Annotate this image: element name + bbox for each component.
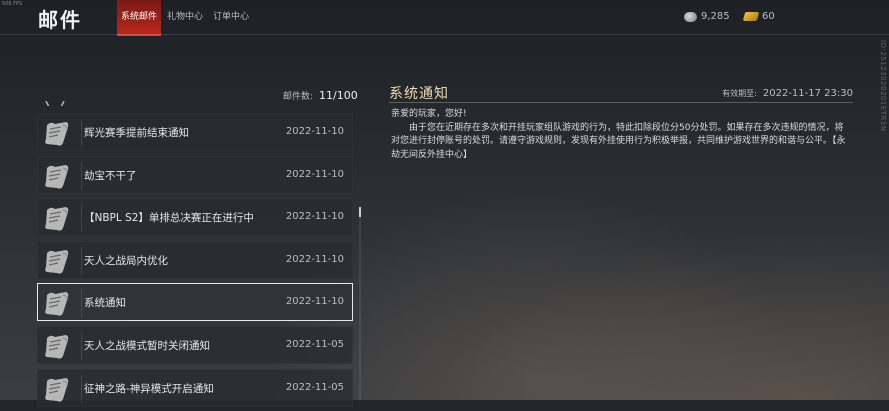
expiry-label: 有效期至: [722, 89, 757, 98]
mail-row[interactable]: 天人之战局内优化 2022-11-10 [37, 240, 353, 279]
scroll-letter-icon [41, 287, 73, 319]
mail-row-separator [81, 204, 82, 233]
mail-row[interactable]: 天人之战模式暂时关闭通知 2022-11-05 [37, 325, 353, 364]
mail-title: 劫宝不干了 [84, 169, 137, 182]
header-divider [0, 34, 889, 35]
tab-order-center[interactable]: 订单中心 [209, 0, 253, 35]
mail-greeting: 亲爱的玩家，您好! [391, 109, 467, 119]
mail-row[interactable]: 劫宝不干了 2022-11-10 [37, 155, 353, 194]
page-title: 邮件 [38, 8, 82, 32]
mail-row-separator [81, 161, 82, 190]
header: 邮件 系统邮件 礼物中心 订单中心 9,285 60 [0, 0, 889, 36]
mail-title: 辉光赛季提前结束通知 [84, 127, 189, 139]
mail-date: 2022-11-10 [285, 126, 344, 137]
mail-row-separator [81, 374, 82, 403]
mail-detail-title: 系统通知 [389, 86, 449, 102]
mail-date: 2022-11-10 [285, 296, 344, 308]
scroll-letter-icon [41, 117, 73, 149]
mail-date: 2022-11-05 [285, 338, 344, 350]
mail-row-separator [81, 331, 82, 360]
silver-currency: 9,285 [684, 11, 730, 22]
mail-date: 2022-11-10 [285, 168, 344, 180]
mail-title: 【NBPL S2】单排总决赛正在进行中 [84, 212, 254, 225]
mail-row-separator [81, 289, 82, 318]
scrollbar-thumb[interactable] [359, 207, 361, 217]
mail-date: 2022-11-10 [285, 211, 344, 223]
gold-value: 60 [762, 11, 775, 22]
scroll-letter-icon [41, 245, 73, 277]
silver-value: 9,285 [701, 11, 730, 22]
mail-title: 天人之战模式暂时关闭通知 [84, 339, 210, 352]
silver-coin-icon [684, 11, 697, 22]
gold-ingot-icon [742, 12, 760, 21]
scrollbar-track[interactable] [359, 207, 361, 400]
mail-row-separator [81, 246, 82, 275]
mail-count-label: 邮件数: [283, 92, 314, 102]
mail-title: 系统通知 [84, 297, 126, 310]
scroll-letter-icon [41, 160, 73, 192]
mail-list: 辉光赛季提前结束通知 2022-11-10 劫宝不干了 2022-11-10 【NBPL… [37, 113, 353, 411]
tab-system-mail[interactable]: 系统邮件 [117, 0, 161, 36]
mail-row-separator [81, 119, 82, 147]
mail-row[interactable]: 辉光赛季提前结束通知 2022-11-10 [37, 113, 353, 151]
scroll-letter-icon [41, 202, 73, 234]
partial-scroll-icon [38, 96, 88, 106]
scroll-letter-icon [41, 330, 73, 362]
expiry-value: 2022-11-17 23:30 [762, 88, 853, 99]
mail-count: 邮件数: 11/100 [283, 89, 358, 102]
tab-gift-center[interactable]: 礼物中心 [163, 0, 207, 35]
mail-title: 征神之路-神异模式开启通知 [84, 382, 214, 395]
mail-date: 2022-11-10 [285, 253, 344, 265]
mail-title: 天人之战局内优化 [84, 254, 168, 267]
mail-row[interactable]: 系统通知 2022-11-10 [37, 283, 353, 322]
mail-row[interactable]: 征神之路-神异模式开启通知 2022-11-05 [37, 368, 353, 407]
mail-expiry: 有效期至: 2022-11-17 23:30 [722, 88, 853, 99]
mail-body: 亲爱的玩家，您好! 由于您在近期存在多次和开挂玩家组队游戏的行为，特此扣除段位分… [391, 108, 851, 162]
mail-content: 由于您在近期存在多次和开挂玩家组队游戏的行为，特此扣除段位分50分处罚。如果存在… [391, 122, 846, 160]
side-id-text: ID:25123020201ETR1N [879, 40, 887, 132]
mail-date: 2022-11-05 [285, 381, 344, 393]
mail-count-value: 11/100 [319, 89, 358, 102]
detail-divider [389, 102, 853, 103]
mail-row[interactable]: 【NBPL S2】单排总决赛正在进行中 2022-11-10 [37, 198, 353, 237]
gold-currency: 60 [742, 11, 775, 22]
